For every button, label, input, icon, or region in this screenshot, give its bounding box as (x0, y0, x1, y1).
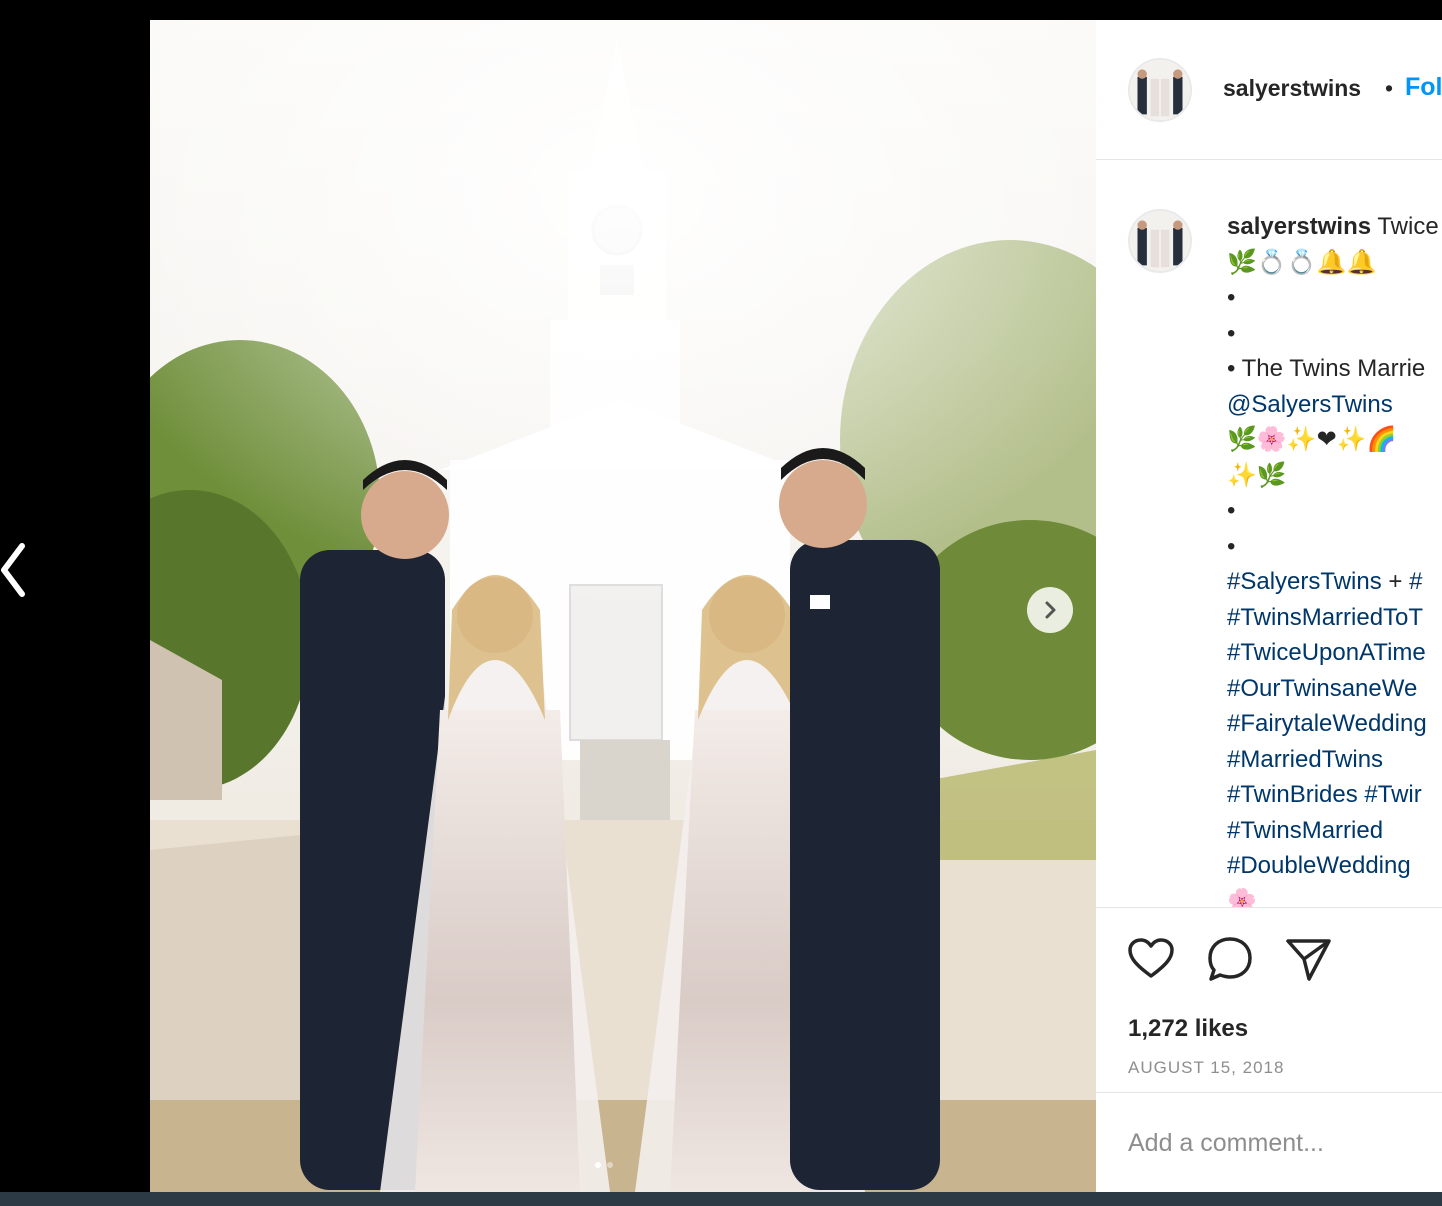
carousel-indicator (595, 1162, 613, 1168)
post-photo[interactable] (150, 20, 1096, 1192)
caption-text-start: Twice (1377, 213, 1439, 240)
caption-line: 🌿🌸✨❤✨🌈 (1227, 422, 1442, 458)
separator: • (1385, 75, 1394, 101)
caption-text: • (1227, 532, 1236, 560)
hashtag-link[interactable]: # (1409, 568, 1422, 595)
comment-input[interactable] (1128, 1129, 1428, 1158)
caption-emoji: 🌿🌸✨❤✨🌈 (1227, 425, 1397, 453)
caption-username[interactable]: salyerstwins (1227, 213, 1371, 240)
caption-text: • (1227, 497, 1236, 524)
caption-line: • The Twins Marrie (1227, 351, 1442, 387)
caption-line: #TwinsMarriedToT (1227, 600, 1442, 636)
post-actions: 1,272 likes AUGUST 15, 2018 (1096, 907, 1442, 1092)
caption-emoji: 🌿💍💍🔔🔔 (1227, 247, 1377, 276)
caption-line: #SalyersTwins + # (1227, 564, 1442, 600)
caption-line: #MarriedTwins (1227, 742, 1442, 778)
profile-picture (1130, 60, 1190, 120)
caption-line: @SalyersTwins (1227, 387, 1442, 423)
chevron-right-icon (1045, 601, 1056, 619)
like-button[interactable] (1126, 934, 1176, 984)
hashtag-link[interactable]: #Twir (1364, 781, 1421, 808)
caption-line: 🌿💍💍🔔🔔 (1227, 245, 1442, 281)
hashtag-link[interactable]: #FairytaleWedding (1227, 710, 1427, 737)
caption-text: + (1381, 568, 1410, 595)
hashtag-link[interactable]: #MarriedTwins (1227, 746, 1383, 773)
caption-text: • The Twins Marrie (1227, 355, 1426, 382)
mention-link[interactable]: @SalyersTwins (1227, 391, 1393, 418)
heart-icon (1128, 938, 1174, 978)
hashtag-link[interactable]: #TwinsMarriedToT (1227, 604, 1423, 631)
avatar[interactable] (1128, 209, 1192, 273)
window-bottom-strip (0, 1192, 1442, 1206)
caption-text: • (1227, 284, 1236, 311)
comment-form (1096, 1092, 1442, 1192)
caption-lines: 🌿💍💍🔔🔔 • • • The Twins Marrie @SalyersTwins 🌿🌸… (1227, 245, 1442, 908)
hashtag-link[interactable]: #DoubleWedding (1227, 852, 1411, 879)
post-header: salyerstwins • Fol (1096, 20, 1442, 160)
hashtag-link[interactable]: #TwiceUponATime (1227, 639, 1426, 666)
instagram-post-viewer: salyerstwins • Fol salyerstwins Twice 🌿💍… (0, 0, 1442, 1206)
paper-plane-icon (1286, 939, 1331, 981)
caption-line: 🌸 (1227, 884, 1442, 908)
comment-bubble-icon (1208, 937, 1252, 981)
caption-line: #TwinsMarried (1227, 813, 1442, 849)
username-link[interactable]: salyerstwins (1223, 75, 1361, 102)
carousel-dot (595, 1162, 601, 1168)
caption-line: • (1227, 280, 1442, 316)
carousel-dot (607, 1162, 613, 1168)
caption-line: • (1227, 529, 1442, 565)
wedding-photo-image (150, 20, 1096, 1192)
caption-emoji: ✨🌿 (1227, 460, 1287, 489)
caption-line: #OurTwinsaneWe (1227, 671, 1442, 707)
caption-first-line: salyerstwins Twice (1227, 209, 1442, 245)
caption-line: ✨🌿 (1227, 458, 1442, 494)
hashtag-link[interactable]: #TwinsMarried (1227, 817, 1383, 844)
avatar[interactable] (1128, 58, 1192, 122)
next-slide-button[interactable] (1027, 587, 1073, 633)
caption-line: #FairytaleWedding (1227, 706, 1442, 742)
caption-text: • (1227, 319, 1236, 347)
post-date[interactable]: AUGUST 15, 2018 (1128, 1058, 1284, 1078)
post-caption: salyerstwins Twice 🌿💍💍🔔🔔 • • • The Twins Ma… (1096, 161, 1442, 907)
share-button[interactable] (1283, 934, 1333, 984)
follow-button[interactable]: Fol (1405, 73, 1442, 102)
caption-line: #TwiceUponATime (1227, 635, 1442, 671)
likes-count[interactable]: 1,272 likes (1128, 1015, 1248, 1043)
hashtag-link[interactable]: #TwinBrides (1227, 781, 1358, 808)
hashtag-link[interactable]: #SalyersTwins (1227, 568, 1382, 595)
post-side-panel: salyerstwins • Fol salyerstwins Twice 🌿💍… (1096, 20, 1442, 1192)
caption-line: • (1227, 316, 1442, 352)
previous-post-button[interactable] (0, 540, 32, 600)
comment-button[interactable] (1205, 934, 1255, 984)
caption-text: salyerstwins Twice 🌿💍💍🔔🔔 • • • The Twins Ma… (1227, 209, 1442, 907)
chevron-left-icon (1, 543, 25, 597)
hashtag-link[interactable]: #OurTwinsaneWe (1227, 675, 1417, 702)
caption-line: • (1227, 493, 1442, 529)
profile-picture (1130, 211, 1190, 271)
caption-line: #DoubleWedding (1227, 848, 1442, 884)
caption-emoji: 🌸 (1227, 886, 1257, 908)
caption-line: #TwinBrides #Twir (1227, 777, 1442, 813)
